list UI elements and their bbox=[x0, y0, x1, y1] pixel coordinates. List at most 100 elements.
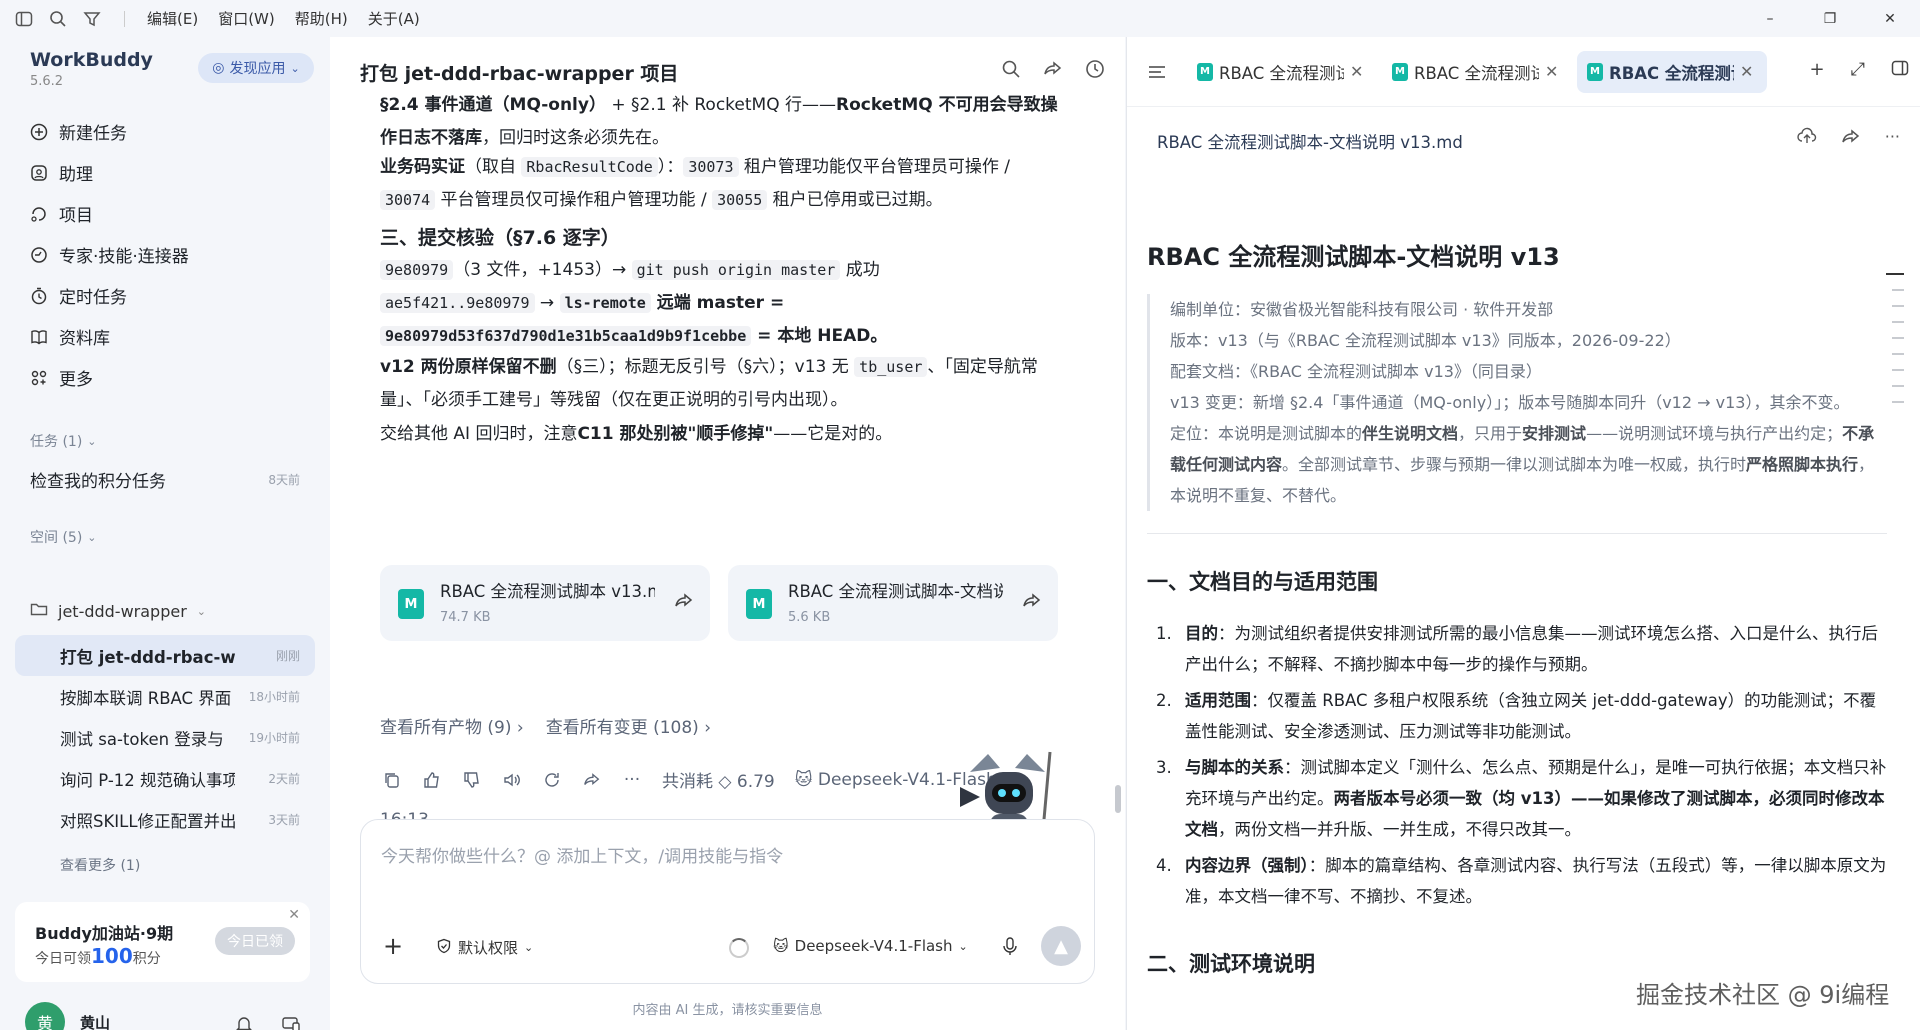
share-icon[interactable] bbox=[582, 771, 602, 789]
text: （3 文件，+1453）→ bbox=[453, 260, 632, 280]
see-more-link[interactable]: 查看更多 (1) bbox=[60, 855, 140, 875]
text: （§三）；标题无反引号（§六）；v13 无 bbox=[556, 357, 855, 377]
inline-code: ls-remote bbox=[559, 293, 651, 313]
speaker-icon[interactable] bbox=[502, 771, 522, 789]
doc-tab[interactable]: M RBAC 全流程测试脚本-文档说明 v13.md ✕ bbox=[1382, 51, 1572, 93]
more-grid-icon bbox=[29, 368, 49, 388]
panel-toggle-icon[interactable] bbox=[1891, 59, 1909, 82]
file-card[interactable]: M RBAC 全流程测试脚本-文档说明 v13.md 5.6 KB bbox=[728, 565, 1058, 641]
send-button[interactable]: ▲ bbox=[1041, 926, 1081, 966]
nav-assistant[interactable]: 助理 bbox=[24, 152, 314, 193]
thumbs-down-icon[interactable] bbox=[462, 771, 482, 789]
doc-tab[interactable]: M RBAC 全流程测试脚本 v13.md ✕ bbox=[1187, 51, 1377, 93]
nav-library[interactable]: 资料库 bbox=[24, 316, 314, 357]
claim-button[interactable]: 今日已领 bbox=[215, 927, 295, 955]
model-selector[interactable]: 🐱 Deepseek-V4.1-Flash ⌄ bbox=[773, 937, 968, 955]
share-icon[interactable] bbox=[1841, 127, 1861, 151]
add-icon[interactable]: + bbox=[383, 932, 403, 960]
text-bold: 安排测试 bbox=[1522, 424, 1587, 443]
toc-minimap[interactable] bbox=[1886, 273, 1904, 403]
device-icon[interactable] bbox=[281, 1015, 301, 1030]
menu-edit[interactable]: 编辑(E) bbox=[147, 8, 198, 29]
tab-label: RBAC 全流程测试脚本-文档说明 v13.md bbox=[1414, 63, 1539, 83]
thumbs-up-icon[interactable] bbox=[422, 771, 442, 789]
chat-item-title: 询问 P-12 规范确认事项 bbox=[60, 770, 235, 790]
outline-menu-icon[interactable] bbox=[1127, 64, 1187, 80]
refresh-icon[interactable] bbox=[542, 771, 562, 789]
markdown-file-icon: M bbox=[1587, 62, 1603, 81]
menu-help[interactable]: 帮助(H) bbox=[295, 8, 348, 29]
maximize-button[interactable]: ❐ bbox=[1800, 0, 1860, 37]
user-profile[interactable]: 黄 黄山 bbox=[25, 1002, 110, 1030]
promo-card: Buddy加油站·9期 今日可领100积分 今日已领 ✕ bbox=[15, 902, 310, 982]
expand-icon[interactable]: ⤢ bbox=[1851, 59, 1865, 82]
toc-mark[interactable] bbox=[1892, 401, 1904, 403]
book-icon bbox=[29, 327, 49, 347]
space-folder[interactable]: jet-ddd-wrapper ⌄ bbox=[30, 601, 206, 621]
share-icon[interactable] bbox=[1022, 591, 1042, 615]
view-changes-link[interactable]: 查看所有变更 (108) › bbox=[546, 713, 711, 738]
scrollbar-thumb[interactable] bbox=[1115, 785, 1121, 813]
close-window-button[interactable]: ✕ bbox=[1860, 0, 1920, 37]
more-dots-icon[interactable]: ··· bbox=[1885, 127, 1900, 151]
more-dots-icon[interactable]: ··· bbox=[622, 770, 642, 790]
nav-label: 项目 bbox=[59, 206, 93, 226]
sidebar-toggle-icon[interactable] bbox=[14, 9, 34, 29]
toc-mark[interactable] bbox=[1892, 321, 1904, 323]
chat-list-item[interactable]: 测试 sa-token 登录与 19小时前 bbox=[15, 717, 315, 758]
toc-mark[interactable] bbox=[1892, 337, 1904, 339]
minimize-button[interactable]: – bbox=[1740, 0, 1800, 37]
nav-timer[interactable]: 定时任务 bbox=[24, 275, 314, 316]
new-tab-icon[interactable]: + bbox=[1810, 59, 1825, 82]
tasks-section-header[interactable]: 任务 (1) ⌄ bbox=[30, 431, 97, 451]
quote-line: v13 变更：新增 §2.4「事件通道（MQ-only）」；版本号随脚本同升（v… bbox=[1170, 393, 1850, 412]
task-item[interactable]: 检查我的积分任务 8天前 bbox=[30, 467, 300, 492]
toc-mark[interactable] bbox=[1886, 273, 1904, 275]
doc-file-path: RBAC 全流程测试脚本-文档说明 v13.md bbox=[1157, 133, 1463, 152]
close-tab-icon[interactable]: ✕ bbox=[1545, 62, 1558, 81]
chat-list-item[interactable]: 对照SKILL修正配置并出报告 3天前 bbox=[15, 799, 315, 840]
nav-project[interactable]: 项目 bbox=[24, 193, 314, 234]
list-item: 内容边界（强制）：脚本的篇章结构、各章测试内容、执行写法（五段式）等，一律以脚本… bbox=[1177, 850, 1887, 912]
chat-list-item[interactable]: 按脚本联调 RBAC 界面 18小时前 bbox=[15, 676, 315, 717]
search-icon[interactable] bbox=[48, 9, 68, 29]
share-icon[interactable] bbox=[674, 591, 694, 615]
discover-apps-button[interactable]: ◎ 发现应用 ⌄ bbox=[198, 53, 314, 83]
nav-more[interactable]: 更多 bbox=[24, 357, 314, 398]
nav-new-task[interactable]: 新建任务 bbox=[24, 111, 314, 152]
toc-mark[interactable] bbox=[1892, 353, 1904, 355]
close-icon[interactable]: ✕ bbox=[288, 907, 300, 923]
filter-icon[interactable] bbox=[82, 9, 102, 29]
close-tab-icon[interactable]: ✕ bbox=[1350, 62, 1363, 81]
permission-selector[interactable]: 默认权限 ⌄ bbox=[436, 937, 533, 958]
toc-mark[interactable] bbox=[1892, 369, 1904, 371]
copy-icon[interactable] bbox=[382, 771, 402, 789]
close-tab-icon[interactable]: ✕ bbox=[1740, 62, 1753, 81]
spaces-header-label: 空间 (5) bbox=[30, 530, 83, 546]
microphone-icon[interactable] bbox=[1001, 936, 1019, 960]
doc-tab-active[interactable]: M RBAC 全流程测试脚本-文档说明 v13.md ✕ bbox=[1577, 50, 1767, 93]
chat-list-item[interactable]: 打包 jet-ddd-rbac-wrapper 项目 刚刚 bbox=[15, 635, 315, 676]
title-bar: 编辑(E) 窗口(W) 帮助(H) 关于(A) – ❐ ✕ bbox=[0, 0, 1920, 37]
view-artifacts-link[interactable]: 查看所有产物 (9) › bbox=[380, 713, 524, 738]
nav-expert[interactable]: 专家·技能·连接器 bbox=[24, 234, 314, 275]
compass-icon: ◎ bbox=[212, 60, 225, 76]
chat-list-item[interactable]: 询问 P-12 规范确认事项 2天前 bbox=[15, 758, 315, 799]
toc-mark[interactable] bbox=[1892, 289, 1904, 291]
doc-ordered-list: 目的：为测试组织者提供安排测试所需的最小信息集——测试环境怎么搭、入口是什么、执… bbox=[1147, 618, 1887, 912]
share-icon[interactable] bbox=[1043, 59, 1063, 83]
search-icon[interactable] bbox=[1001, 59, 1021, 83]
upload-cloud-icon[interactable] bbox=[1797, 127, 1817, 151]
text-bold: v12 两份原样保留不删 bbox=[380, 357, 557, 377]
menu-about[interactable]: 关于(A) bbox=[368, 8, 420, 29]
bell-icon[interactable] bbox=[235, 1015, 253, 1030]
menu-separator bbox=[124, 10, 125, 27]
history-icon[interactable] bbox=[1085, 59, 1105, 83]
prompt-input[interactable]: 今天帮你做些什么？@ 添加上下文，/调用技能与指令 bbox=[381, 842, 783, 867]
user-name: 黄山 bbox=[80, 1013, 111, 1030]
file-card[interactable]: M RBAC 全流程测试脚本 v13.md 74.7 KB bbox=[380, 565, 710, 641]
toc-mark[interactable] bbox=[1892, 305, 1904, 307]
menu-window[interactable]: 窗口(W) bbox=[218, 8, 275, 29]
spaces-section-header[interactable]: 空间 (5) ⌄ bbox=[30, 527, 97, 547]
toc-mark[interactable] bbox=[1892, 385, 1904, 387]
